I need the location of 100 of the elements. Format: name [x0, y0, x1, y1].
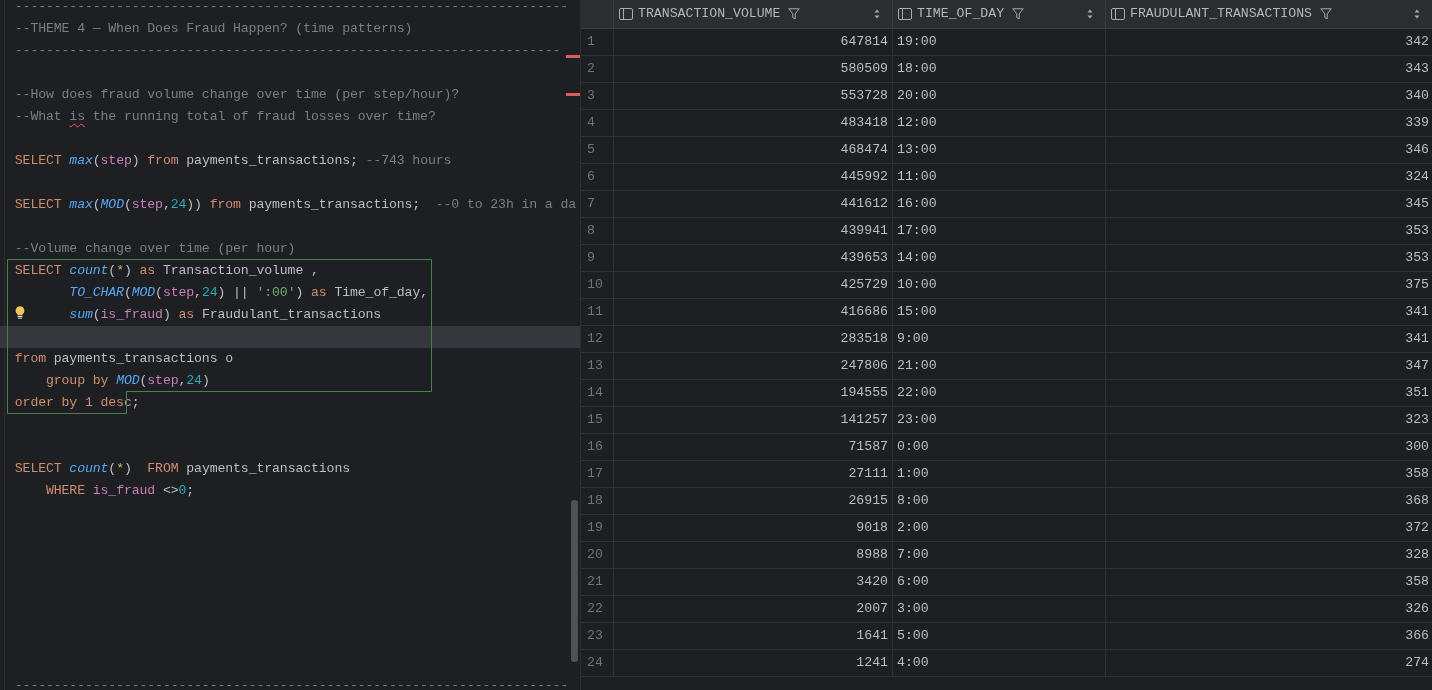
column-header[interactable]: FRAUDULANT_TRANSACTIONS	[1106, 0, 1432, 28]
table-cell: 1641	[614, 623, 893, 649]
column-label: FRAUDULANT_TRANSACTIONS	[1130, 6, 1313, 22]
table-cell: 13:00	[893, 137, 1106, 163]
filter-icon[interactable]	[1320, 8, 1333, 20]
table-cell-text: 372	[1404, 519, 1430, 537]
table-cell: 27111	[614, 461, 893, 487]
table-cell-text: 358	[1404, 573, 1430, 591]
table-cell-text: 343	[1404, 60, 1430, 78]
table-cell: 22:00	[893, 380, 1106, 406]
table-cell-text: 346	[1404, 141, 1430, 159]
code-line: SELECT count(*) as Transaction_volume ,	[14, 263, 319, 278]
row-number: 11	[581, 299, 614, 325]
table-cell-text: 341	[1404, 303, 1430, 321]
code-line: --THEME 4 — When Does Fraud Happen? (time patterns)	[14, 21, 413, 36]
code-line: -----------------------------------------------------------------------	[14, 0, 569, 14]
row-number: 9	[581, 245, 614, 271]
column-label: TIME_OF_DAY	[917, 6, 1005, 22]
table-cell: 425729	[614, 272, 893, 298]
table-cell: 283518	[614, 326, 893, 352]
table-cell-text: 340	[1404, 87, 1430, 105]
code-line: SELECT count(*) FROM payments_transactions	[14, 461, 350, 476]
table-cell: 3:00	[893, 596, 1106, 622]
code-line: SELECT max(step) from payments_transactions; --743 hours	[14, 153, 452, 168]
row-number: 13	[581, 353, 614, 379]
code-line: ----------------------------------------------------------------------	[14, 43, 561, 58]
table-cell: 5:00	[893, 623, 1106, 649]
row-number: 3	[581, 83, 614, 109]
table-cell-text: 353	[1404, 222, 1430, 240]
scrollbar-thumb[interactable]	[571, 500, 578, 662]
table-cell-text: 353	[1404, 249, 1430, 267]
table-cell: 17:00	[893, 218, 1106, 244]
sort-icon[interactable]	[1087, 9, 1093, 19]
column-icon	[898, 8, 912, 20]
column-header[interactable]: TRANSACTION_VOLUME	[614, 0, 893, 28]
sort-icon[interactable]	[874, 9, 880, 19]
table-cell: 16:00	[893, 191, 1106, 217]
table-cell: 10:00	[893, 272, 1106, 298]
code-line: --What is the running total of fraud losses over time?	[14, 109, 436, 124]
table-cell-text: 326	[1404, 600, 1430, 618]
table-cell: 26915	[614, 488, 893, 514]
table-cell: 8988	[614, 542, 893, 568]
row-number: 16	[581, 434, 614, 460]
table-cell: 19:00	[893, 29, 1106, 55]
table-cell: 18:00	[893, 56, 1106, 82]
filter-icon[interactable]	[788, 8, 801, 20]
table-cell: 12:00	[893, 110, 1106, 136]
row-number: 6	[581, 164, 614, 190]
column-icon	[619, 8, 633, 20]
table-cell: 15:00	[893, 299, 1106, 325]
table-cell: 7:00	[893, 542, 1106, 568]
table-cell: 553728	[614, 83, 893, 109]
table-cell: 194555	[614, 380, 893, 406]
table-cell: 6:00	[893, 569, 1106, 595]
table-cell-text: 274	[1404, 654, 1430, 672]
column-header[interactable]: TIME_OF_DAY	[893, 0, 1106, 28]
table-cell-text: 328	[1404, 546, 1430, 564]
table-cell: 8:00	[893, 488, 1106, 514]
row-number: 19	[581, 515, 614, 541]
lightbulb-icon[interactable]	[15, 306, 25, 319]
code-line: group by MOD(step,24)	[46, 373, 210, 388]
table-cell-text: 323	[1404, 411, 1430, 429]
row-number: 1	[581, 29, 614, 55]
table-cell: 1241	[614, 650, 893, 676]
sort-icon[interactable]	[1414, 9, 1420, 19]
table-cell: 4:00	[893, 650, 1106, 676]
code-line: -----------------------------------------------------------------------	[14, 678, 569, 690]
code-line: from payments_transactions o	[14, 351, 234, 366]
row-number: 22	[581, 596, 614, 622]
code-line: SELECT max(MOD(step,24)) from payments_transactions; --0 to 23h in a da	[14, 197, 577, 212]
table-cell: 580509	[614, 56, 893, 82]
table-cell-text: 368	[1404, 492, 1430, 510]
table-cell: 439941	[614, 218, 893, 244]
table-cell: 439653	[614, 245, 893, 271]
table-cell: 416686	[614, 299, 893, 325]
table-cell: 9:00	[893, 326, 1106, 352]
table-cell: 11:00	[893, 164, 1106, 190]
table-cell-text: 366	[1404, 627, 1430, 645]
row-number: 12	[581, 326, 614, 352]
table-cell-text: 375	[1404, 276, 1430, 294]
column-icon	[1111, 8, 1125, 20]
table-cell-text: 358	[1404, 465, 1430, 483]
code-line: --How does fraud volume change over time (per step/hour)?	[14, 87, 460, 102]
row-number: 24	[581, 650, 614, 676]
table-cell: 3420	[614, 569, 893, 595]
table-cell-text: 342	[1404, 33, 1430, 51]
table-cell-text: 351	[1404, 384, 1430, 402]
table-cell-text: 345	[1404, 195, 1430, 213]
table-cell-text: 347	[1404, 357, 1430, 375]
filter-icon[interactable]	[1012, 8, 1025, 20]
row-number: 10	[581, 272, 614, 298]
table-cell: 1:00	[893, 461, 1106, 487]
table-cell-text: 300	[1404, 438, 1430, 456]
table-cell: 0:00	[893, 434, 1106, 460]
table-cell: 2007	[614, 596, 893, 622]
table-cell-text: 339	[1404, 114, 1430, 132]
table-cell: 445992	[614, 164, 893, 190]
row-number: 2	[581, 56, 614, 82]
table-cell: 483418	[614, 110, 893, 136]
row-number: 23	[581, 623, 614, 649]
